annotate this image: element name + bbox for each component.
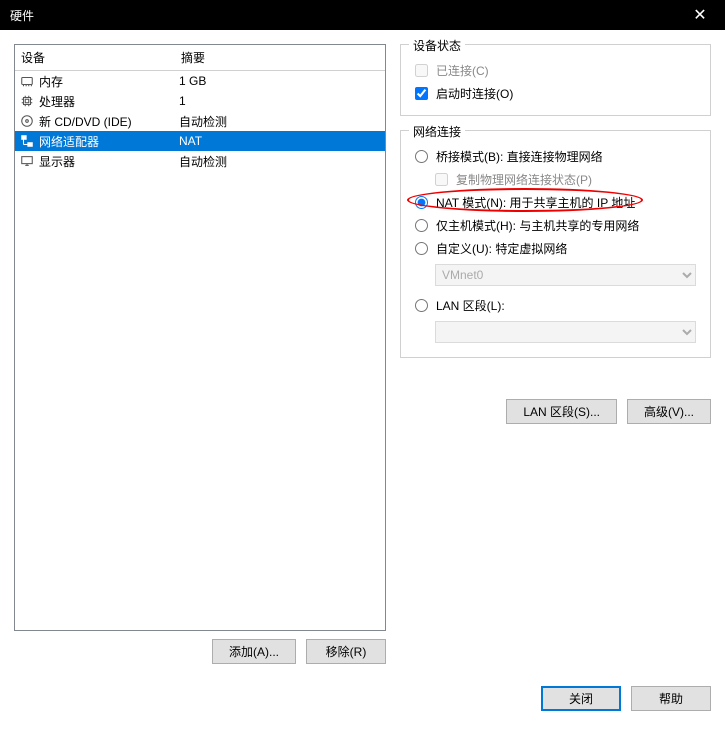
replicate-checkbox — [435, 173, 448, 186]
network-icon — [19, 133, 35, 149]
device-list: 设备 摘要 内存1 GB处理器1新 CD/DVD (IDE)自动检测网络适配器N… — [14, 44, 386, 631]
column-device[interactable]: 设备 — [15, 45, 175, 70]
close-button[interactable]: 关闭 — [541, 686, 621, 711]
remove-button[interactable]: 移除(R) — [306, 639, 386, 664]
device-summary: 自动检测 — [179, 153, 381, 170]
device-row-1[interactable]: 处理器 1 — [15, 91, 385, 111]
list-header: 设备 摘要 — [15, 45, 385, 71]
replicate-checkbox-row: 复制物理网络连接状态(P) — [431, 168, 700, 191]
lansegment-radio[interactable] — [415, 299, 428, 312]
custom-label: 自定义(U): 特定虚拟网络 — [436, 240, 567, 257]
lansegment-label: LAN 区段(L): — [436, 297, 505, 314]
device-name: 新 CD/DVD (IDE) — [39, 113, 132, 130]
disc-icon — [19, 113, 35, 129]
left-panel: 设备 摘要 内存1 GB处理器1新 CD/DVD (IDE)自动检测网络适配器N… — [14, 44, 386, 664]
content-area: 设备 摘要 内存1 GB处理器1新 CD/DVD (IDE)自动检测网络适配器N… — [0, 30, 725, 678]
device-summary: NAT — [179, 134, 381, 148]
custom-vmnet-select: VMnet0 — [435, 264, 696, 286]
device-name: 网络适配器 — [39, 133, 99, 150]
hostonly-radio[interactable] — [415, 219, 428, 232]
device-summary: 1 — [179, 94, 381, 108]
help-button[interactable]: 帮助 — [631, 686, 711, 711]
connect-poweron-checkbox[interactable] — [415, 87, 428, 100]
device-status-title: 设备状态 — [409, 37, 465, 54]
nat-radio[interactable] — [415, 196, 428, 209]
connected-checkbox-row: 已连接(C) — [411, 59, 700, 82]
device-row-0[interactable]: 内存 1 GB — [15, 71, 385, 91]
lansegment-radio-row[interactable]: LAN 区段(L): — [411, 294, 700, 317]
device-status-group: 设备状态 已连接(C) 启动时连接(O) — [400, 44, 711, 116]
device-name: 处理器 — [39, 93, 75, 110]
add-button[interactable]: 添加(A)... — [212, 639, 296, 664]
footer-buttons: 关闭 帮助 — [0, 678, 725, 725]
titlebar: 硬件 ✕ — [0, 0, 725, 30]
custom-select-row: VMnet0 — [431, 260, 700, 294]
dialog-title: 硬件 — [10, 7, 685, 24]
connect-poweron-row[interactable]: 启动时连接(O) — [411, 82, 700, 105]
bridged-radio[interactable] — [415, 150, 428, 163]
lansegment-select — [435, 321, 696, 343]
network-connection-group: 网络连接 桥接模式(B): 直接连接物理网络 复制物理网络连接状态(P) NAT… — [400, 130, 711, 358]
device-row-2[interactable]: 新 CD/DVD (IDE) 自动检测 — [15, 111, 385, 131]
column-summary[interactable]: 摘要 — [175, 45, 385, 70]
device-summary: 自动检测 — [179, 113, 381, 130]
nat-radio-row[interactable]: NAT 模式(N): 用于共享主机的 IP 地址 — [411, 191, 700, 214]
nat-label: NAT 模式(N): 用于共享主机的 IP 地址 — [436, 194, 635, 211]
hostonly-label: 仅主机模式(H): 与主机共享的专用网络 — [436, 217, 639, 234]
bridged-label: 桥接模式(B): 直接连接物理网络 — [436, 148, 603, 165]
device-row-3[interactable]: 网络适配器 NAT — [15, 131, 385, 151]
bridged-radio-row[interactable]: 桥接模式(B): 直接连接物理网络 — [411, 145, 700, 168]
hostonly-radio-row[interactable]: 仅主机模式(H): 与主机共享的专用网络 — [411, 214, 700, 237]
left-button-row: 添加(A)... 移除(R) — [14, 631, 386, 664]
replicate-label: 复制物理网络连接状态(P) — [456, 171, 592, 188]
device-summary: 1 GB — [179, 74, 381, 88]
connect-poweron-label: 启动时连接(O) — [436, 85, 513, 102]
monitor-icon — [19, 153, 35, 169]
memory-icon — [19, 73, 35, 89]
network-connection-title: 网络连接 — [409, 123, 465, 140]
right-panel: 设备状态 已连接(C) 启动时连接(O) 网络连接 桥接模式(B): 直接连接物… — [400, 44, 711, 664]
connected-checkbox — [415, 64, 428, 77]
lan-segment-button[interactable]: LAN 区段(S)... — [506, 399, 617, 424]
custom-radio[interactable] — [415, 242, 428, 255]
device-name: 内存 — [39, 73, 63, 90]
lansegment-select-row — [431, 317, 700, 347]
custom-radio-row[interactable]: 自定义(U): 特定虚拟网络 — [411, 237, 700, 260]
advanced-button[interactable]: 高级(V)... — [627, 399, 711, 424]
device-name: 显示器 — [39, 153, 75, 170]
device-row-4[interactable]: 显示器 自动检测 — [15, 151, 385, 171]
connected-label: 已连接(C) — [436, 62, 489, 79]
right-button-row: LAN 区段(S)... 高级(V)... — [400, 399, 711, 424]
close-icon[interactable]: ✕ — [685, 5, 715, 25]
cpu-icon — [19, 93, 35, 109]
